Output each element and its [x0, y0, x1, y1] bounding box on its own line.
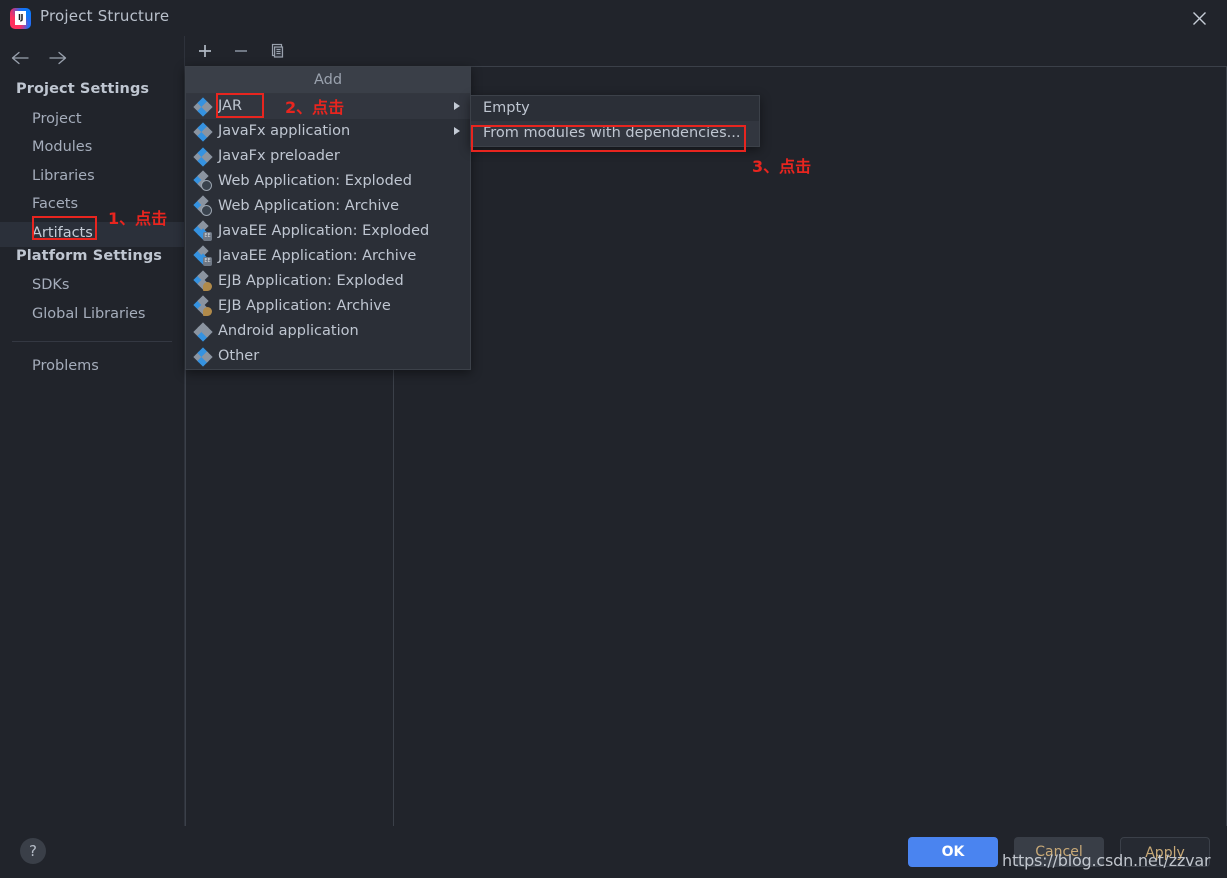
minus-icon[interactable] [231, 41, 251, 61]
menu-item-label: JAR [218, 98, 243, 114]
artifact-diamond-icon [193, 347, 213, 367]
sidebar-item-label: Libraries [32, 168, 95, 184]
sidebar-group-project-settings: Project Settings [16, 81, 150, 97]
menu-item-label: EJB Application: Exploded [218, 273, 404, 289]
navigation-arrows [8, 46, 70, 70]
artifact-detail-pane [394, 66, 1227, 854]
close-icon[interactable] [1177, 2, 1221, 34]
jar-submenu: Empty From modules with dependencies... [470, 95, 760, 147]
annotation-step-1: 1、点击 [108, 209, 168, 228]
sidebar-item-modules[interactable]: Modules [0, 136, 184, 161]
sidebar-divider [12, 341, 172, 342]
sidebar-item-label: Project [32, 111, 82, 127]
intellij-idea-logo-icon: IJ [10, 8, 31, 29]
artifact-diamond-icon [193, 322, 213, 342]
cancel-button[interactable]: Cancel [1014, 837, 1104, 867]
plus-icon[interactable] [195, 41, 215, 61]
chevron-right-icon [454, 127, 460, 135]
menu-item-label: Other [218, 348, 260, 364]
sidebar-item-label: Facets [32, 196, 79, 212]
sidebar-item-libraries[interactable]: Libraries [0, 165, 184, 190]
sidebar-item-global-libraries[interactable]: Global Libraries [0, 303, 184, 328]
menu-item-javafx-application[interactable]: JavaFx application [186, 119, 470, 144]
menu-item-label: Android application [218, 323, 359, 339]
javaee-artifact-icon: EE [193, 220, 212, 241]
sidebar: Project Settings Project Modules Librari… [0, 36, 185, 826]
submenu-item-label: From modules with dependencies... [483, 125, 741, 141]
copy-icon[interactable] [267, 41, 287, 61]
window-title: Project Structure [40, 7, 170, 25]
menu-item-label: Web Application: Exploded [218, 173, 412, 189]
menu-item-other[interactable]: Other [186, 344, 470, 369]
annotation-step-3: 3、点击 [752, 157, 812, 176]
menu-item-ejb-application-exploded[interactable]: EJB Application: Exploded [186, 269, 470, 294]
sidebar-item-label: Artifacts [32, 225, 93, 241]
menu-item-android-application[interactable]: Android application [186, 319, 470, 344]
menu-item-web-application-archive[interactable]: Web Application: Archive [186, 194, 470, 219]
sidebar-item-sdks[interactable]: SDKs [0, 274, 184, 299]
annotation-step-2: 2、点击 [285, 98, 345, 117]
submenu-item-from-modules-with-dependencies[interactable]: From modules with dependencies... [471, 121, 759, 146]
menu-item-web-application-exploded[interactable]: Web Application: Exploded [186, 169, 470, 194]
artifacts-toolbar [185, 36, 404, 66]
menu-item-javaee-application-exploded[interactable]: EE JavaEE Application: Exploded [186, 219, 470, 244]
web-artifact-icon [193, 195, 212, 216]
title-bar: IJ Project Structure [0, 0, 1227, 36]
ejb-artifact-icon [193, 270, 212, 291]
menu-item-javaee-application-archive[interactable]: EE JavaEE Application: Archive [186, 244, 470, 269]
menu-item-label: JavaFx preloader [218, 148, 340, 164]
menu-item-label: JavaEE Application: Archive [218, 248, 417, 264]
sidebar-item-label: SDKs [32, 277, 70, 293]
chevron-right-icon [454, 102, 460, 110]
menu-item-label: EJB Application: Archive [218, 298, 391, 314]
dialog-footer: ? OK Cancel Apply [0, 826, 1227, 878]
sidebar-item-label: Global Libraries [32, 306, 146, 322]
web-artifact-icon [193, 170, 212, 191]
sidebar-item-label: Problems [32, 358, 99, 374]
add-menu-header: Add [186, 67, 470, 94]
menu-item-label: JavaFx application [218, 123, 351, 139]
sidebar-group-platform-settings: Platform Settings [16, 248, 163, 264]
artifact-diamond-icon [193, 122, 213, 142]
help-icon[interactable]: ? [20, 838, 46, 864]
menu-item-label: Web Application: Archive [218, 198, 399, 214]
artifact-diamond-icon [193, 147, 213, 167]
arrow-left-icon[interactable] [8, 46, 32, 70]
ok-button[interactable]: OK [908, 837, 998, 867]
menu-item-ejb-application-archive[interactable]: EJB Application: Archive [186, 294, 470, 319]
arrow-right-icon[interactable] [46, 46, 70, 70]
sidebar-item-label: Modules [32, 139, 93, 155]
apply-button[interactable]: Apply [1120, 837, 1210, 867]
menu-item-label: JavaEE Application: Exploded [218, 223, 430, 239]
submenu-item-empty[interactable]: Empty [471, 96, 759, 121]
submenu-item-label: Empty [483, 100, 530, 116]
menu-item-javafx-preloader[interactable]: JavaFx preloader [186, 144, 470, 169]
sidebar-item-problems[interactable]: Problems [0, 355, 184, 380]
ejb-artifact-icon [193, 295, 212, 316]
sidebar-item-project[interactable]: Project [0, 108, 184, 133]
javaee-artifact-icon: EE [193, 245, 212, 266]
artifact-diamond-icon [193, 97, 213, 117]
